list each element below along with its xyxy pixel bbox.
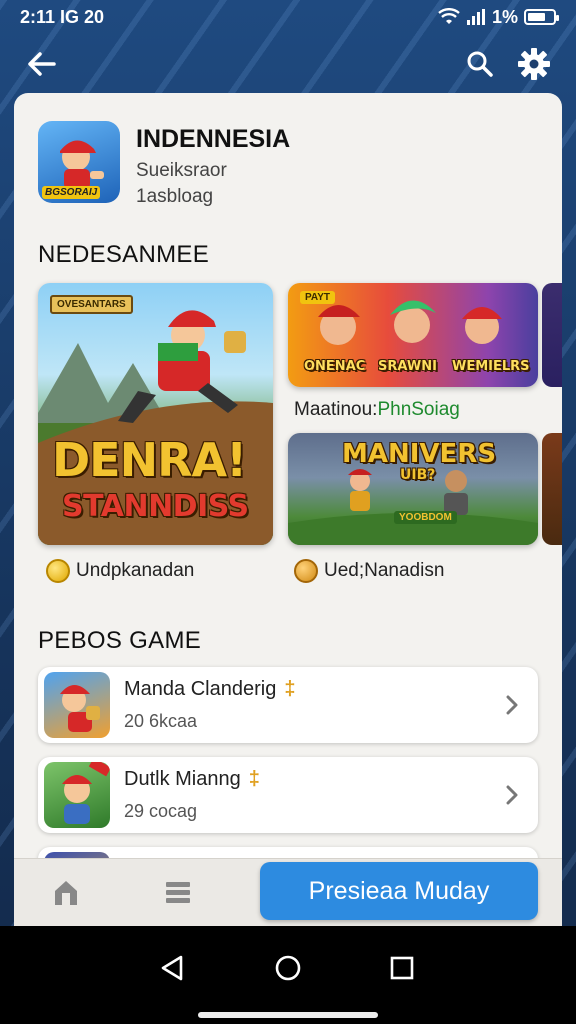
signal-icon [466,9,485,25]
nav-home-button[interactable] [258,940,318,996]
chevron-right-icon [506,695,518,715]
list-item-meta: 29 cocag [124,801,198,821]
primary-action-button[interactable]: Presieaa Muday [260,862,538,920]
home-tab[interactable] [30,865,102,921]
featured-section-title: NEDESANMEE [38,241,210,268]
gear-icon [518,48,550,80]
badge-icon: ‡ [248,768,260,790]
wifi-icon [438,8,460,24]
app-subtitle: Sueiksraor [136,160,227,181]
featured-big-tile[interactable]: OVESANTARS DENRA! STANNDISS [38,283,273,545]
settings-button[interactable] [514,44,554,84]
game-thumbnail [60,685,100,732]
featured-top-caption-highlight: PhnSoiag [377,399,460,420]
status-time: 2:11 IG 20 [20,6,105,27]
bottom-nav-bar: Presieaa Muday [14,858,562,926]
nav-recents-icon [390,956,414,980]
battery-icon [524,9,559,25]
coin-icon [46,559,70,583]
app-title: INDENNESIA [136,125,291,153]
featured-title-top: DENRA! [52,433,247,487]
list-item-meta: 20 6kcaa [124,711,198,731]
featured-top-label-1: ONENAC [304,359,366,374]
list-icon [166,881,190,903]
featured-bottom-caption: Ued;Nanadisn [324,560,445,581]
nav-back-button[interactable] [142,940,202,996]
gesture-home-indicator[interactable] [198,1012,378,1018]
list-item-icon [44,672,110,738]
nav-recents-button[interactable] [372,940,432,996]
featured-bottom-subtitle: UIB? [400,467,436,483]
featured-top-label-3: WEMIELRS [452,359,530,374]
featured-badge: OVESANTARS [50,295,133,314]
status-icons: 1% [438,6,559,28]
featured-bottom-banner: YOOBDOM [394,511,457,524]
game-thumbnail [62,762,110,824]
featured-top-caption-row: Maatinou: PhnSoiag [294,399,460,421]
chevron-right-icon [506,785,518,805]
list-tab[interactable] [142,865,214,921]
featured-bottom-caption-row: Ued;Nanadisn [294,559,444,583]
list-item[interactable]: Manda Clanderig ‡ 20 6kcaa [38,667,538,743]
system-nav-bar [0,926,576,1024]
home-icon [55,880,77,905]
app-meta: 1asbloag [136,186,214,207]
gift-icon [294,559,318,583]
badge-icon: ‡ [284,678,296,700]
app-icon-label: BGSORAIJ [42,186,101,199]
featured-top-badge: PAYT [300,291,336,304]
featured-title-bottom: STANNDISS [62,489,249,524]
featured-top-caption: Maatinou: [294,399,378,420]
next-tile-peek-2[interactable] [542,433,562,545]
featured-bottom-title: MANIVERS [342,439,497,469]
search-icon [467,51,493,77]
back-arrow-icon [28,52,56,76]
featured-top-label-2: SRAWNI [378,359,437,374]
status-bar: 2:11 IG 20 1% [0,0,576,34]
next-tile-peek[interactable] [542,283,562,387]
featured-bottom-tile[interactable]: MANIVERS UIB? YOOBDOM [288,433,538,545]
featured-top-tile[interactable]: PAYT ONENAC SRAWNI WEMIELRS [288,283,538,387]
nav-home-icon [275,955,301,981]
app-icon[interactable]: BGSORAIJ [38,121,120,203]
list-section-title: PEBOS GAME [38,627,202,654]
list-item-name: Manda Clanderig [124,678,277,700]
nav-back-icon [161,955,183,981]
battery-percent: 1% [491,6,518,27]
content-card: BGSORAIJ INDENNESIA Sueiksraor 1asbloag … [14,93,562,925]
list-item-icon [44,762,110,828]
featured-big-caption: Undpkanadan [76,560,195,581]
search-button[interactable] [460,44,500,84]
featured-big-caption-row: Undpkanadan [46,559,194,583]
list-item[interactable]: Dutlk Mianng ‡ 29 cocag [38,757,538,833]
top-app-bar [0,40,576,88]
list-item-name: Dutlk Mianng [124,768,241,790]
app-header: BGSORAIJ INDENNESIA Sueiksraor 1asbloag [38,121,290,208]
back-button[interactable] [22,44,62,84]
